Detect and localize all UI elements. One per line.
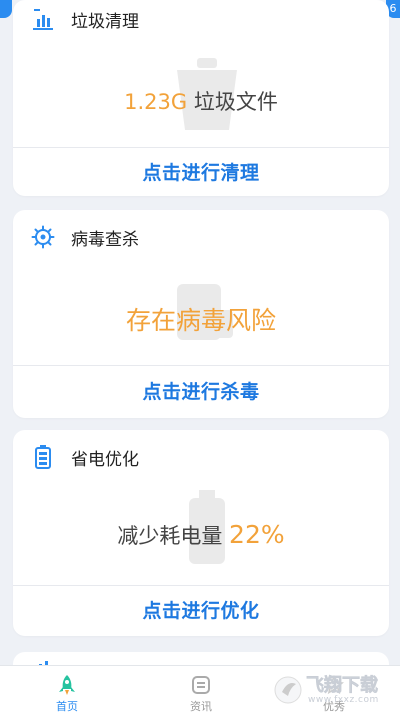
tab-news[interactable]: 资讯: [161, 666, 241, 716]
divider: [13, 147, 389, 148]
power-saving-stat: 减少耗电量 22%: [117, 520, 285, 549]
virus-gear-icon: [31, 225, 55, 249]
card-title: 病毒查杀: [71, 229, 139, 250]
junk-size-stat: 1.23G 垃圾文件: [124, 90, 278, 114]
divider: [13, 585, 389, 586]
card-title: 省电优化: [71, 449, 139, 470]
tab-home[interactable]: 首页: [27, 666, 107, 716]
status-bar-left-accent: [0, 0, 12, 18]
divider: [13, 365, 389, 366]
battery-card: 省电优化 减少耗电量 22% 点击进行优化: [13, 430, 389, 636]
battery-icon: [31, 445, 55, 469]
card-title: 垃圾清理: [71, 11, 139, 32]
virus-risk-stat: 存在病毒风险: [125, 306, 276, 335]
tab-home-label: 首页: [56, 700, 78, 713]
tab-news-label: 资讯: [190, 700, 212, 713]
news-icon: [190, 674, 212, 696]
junk-chart-icon: [31, 7, 55, 31]
watermark-logo: 飞翔下载 www.fxxz.com: [274, 670, 394, 710]
clean-button[interactable]: 点击进行清理: [13, 149, 389, 197]
rocket-icon: [56, 674, 78, 696]
virus-scan-card: 病毒查杀 存在病毒风险 点击进行杀毒: [13, 210, 389, 418]
antivirus-button[interactable]: 点击进行杀毒: [13, 368, 389, 416]
optimize-button[interactable]: 点击进行优化: [13, 587, 389, 635]
junk-clean-card: 垃圾清理 1.23G 垃圾文件 点击进行清理: [13, 0, 389, 196]
